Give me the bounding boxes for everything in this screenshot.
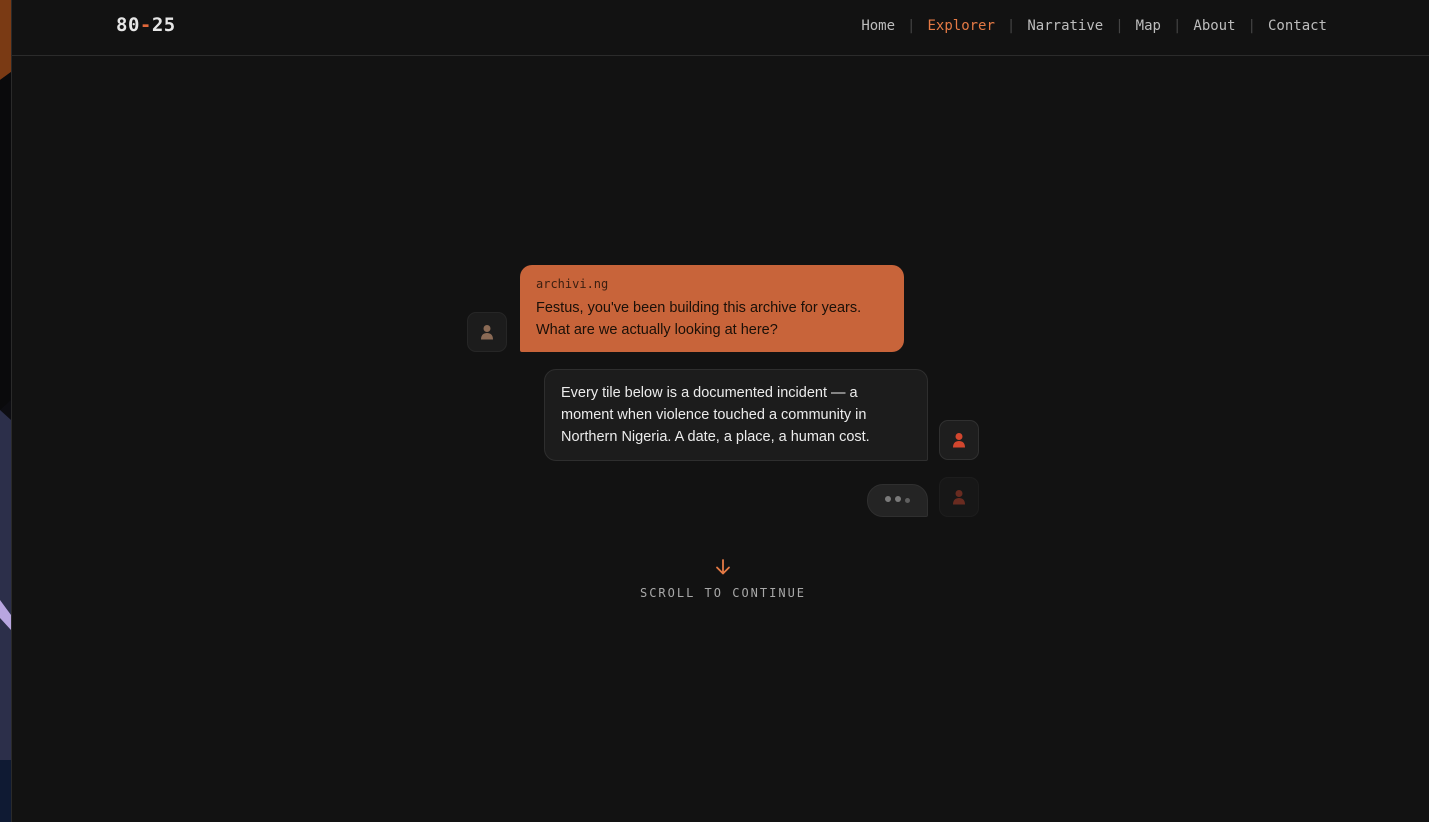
typing-dot — [905, 498, 910, 503]
interviewer-avatar — [467, 312, 507, 352]
respondent-avatar — [939, 420, 979, 460]
arrow-down-icon — [716, 559, 730, 575]
logo-left: 80 — [116, 14, 140, 36]
nav-item-home[interactable]: Home — [861, 18, 895, 34]
nav-menu: Home | Explorer | Narrative | Map | Abou… — [861, 18, 1327, 34]
page: 80-25 Home | Explorer | Narrative | Map … — [12, 0, 1429, 822]
chat-message-question: archivi.ng Festus, you've been building … — [520, 265, 904, 352]
user-icon — [481, 325, 493, 340]
nav-separator: | — [1006, 18, 1016, 34]
chat-message-answer: Every tile below is a documented inciden… — [544, 369, 928, 461]
logo-right: 25 — [151, 14, 176, 36]
nav-separator: | — [907, 18, 916, 34]
nav-separator: | — [1115, 18, 1124, 34]
nav-separator: | — [1247, 18, 1256, 34]
message-text: Festus, you've been building this archiv… — [536, 300, 862, 338]
logo-dash: - — [139, 14, 152, 36]
scroll-prompt[interactable]: SCROLL TO CONTINUE — [12, 558, 1429, 600]
message-text: Every tile below is a documented inciden… — [561, 385, 870, 445]
respondent-avatar-typing — [939, 477, 979, 517]
nav-item-about[interactable]: About — [1193, 18, 1235, 34]
message-sender: archivi.ng — [536, 277, 609, 291]
nav-item-narrative[interactable]: Narrative — [1027, 18, 1103, 34]
nav-separator: | — [1172, 18, 1182, 34]
typing-indicator — [867, 484, 928, 517]
user-icon — [953, 490, 965, 505]
typing-dot — [895, 495, 901, 502]
top-navigation: 80-25 Home | Explorer | Narrative | Map … — [12, 0, 1429, 56]
background-artwork-strip — [0, 0, 12, 822]
nav-item-contact[interactable]: Contact — [1268, 18, 1327, 34]
typing-dot — [885, 495, 891, 502]
user-icon — [953, 433, 965, 448]
scroll-label: SCROLL TO CONTINUE — [639, 586, 807, 600]
nav-item-map[interactable]: Map — [1136, 18, 1161, 34]
site-logo[interactable]: 80-25 — [116, 14, 176, 36]
nav-item-explorer[interactable]: Explorer — [927, 18, 994, 34]
